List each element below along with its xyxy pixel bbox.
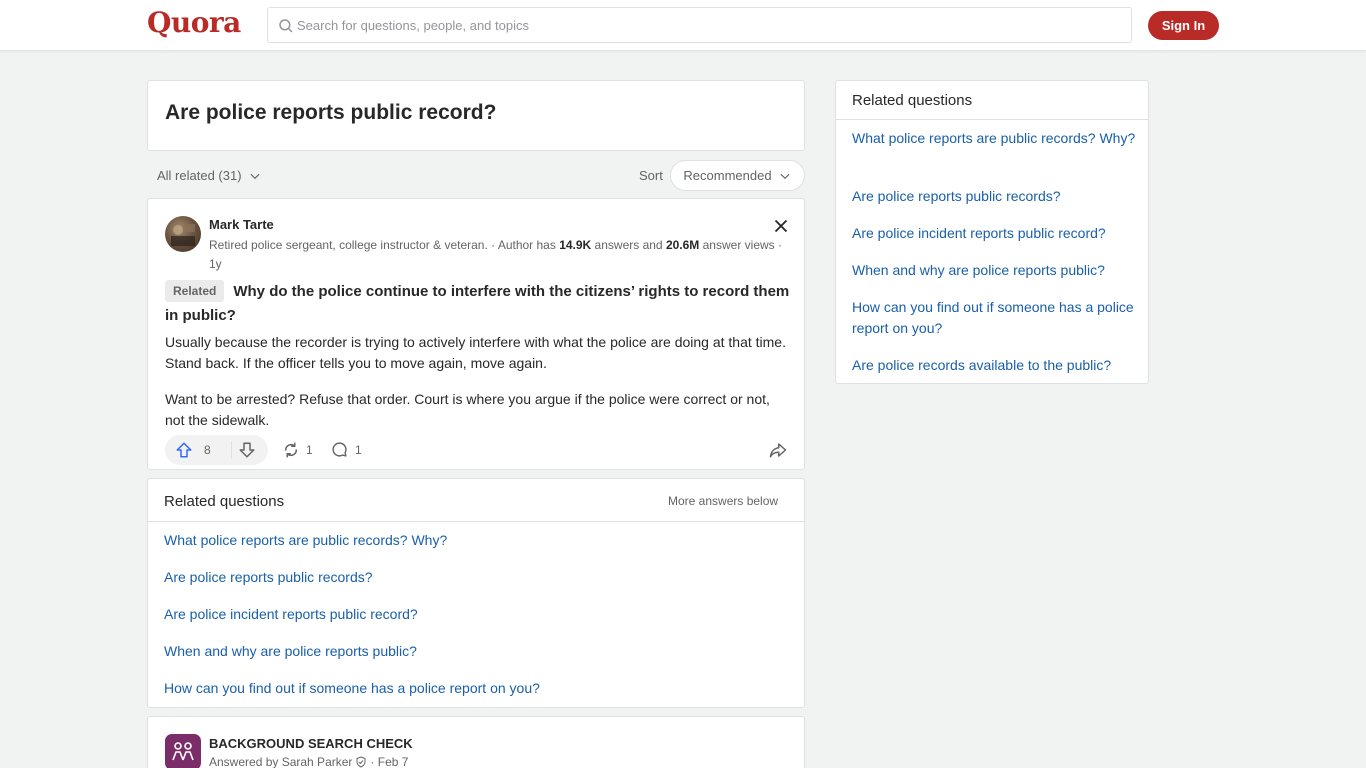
sign-in-button[interactable]: Sign In [1148, 11, 1219, 40]
sidebar-question-link[interactable]: How can you find out if someone has a po… [852, 297, 1137, 339]
views-count: 20.6M [665, 238, 700, 252]
comment-icon[interactable] [331, 441, 348, 458]
share-icon[interactable] [282, 441, 300, 459]
answer-card: Mark Tarte Retired police sergeant, coll… [147, 198, 805, 470]
question-title: Are police reports public record? [165, 101, 497, 124]
forward-share-icon[interactable] [768, 441, 788, 459]
avatar[interactable] [165, 216, 201, 252]
answers-mid: answers and [591, 238, 666, 252]
sidebar-title: Related questions [852, 92, 973, 109]
close-icon[interactable] [770, 215, 792, 237]
sort-value: Recommended [683, 168, 772, 183]
related-questions-header: Related questions More answers below [148, 479, 804, 522]
author-name[interactable]: BACKGROUND SEARCH CHECK [209, 736, 413, 751]
sidebar-question-link[interactable]: When and why are police reports public? [852, 260, 1137, 281]
chevron-down-icon [250, 173, 260, 179]
answered-by: Answered by Sarah Parker [209, 755, 353, 768]
answer-date: · Feb 7 [370, 755, 409, 768]
search-bar[interactable] [267, 7, 1132, 43]
sidebar-header: Related questions [836, 81, 1148, 120]
answer-paragraph: Usually because the recorder is trying t… [165, 334, 786, 371]
downvote-icon[interactable] [238, 441, 256, 459]
verified-badge-icon [356, 756, 366, 768]
answer-card: BACKGROUND SEARCH CHECK Answered by Sara… [147, 716, 805, 768]
sidebar-question-link[interactable]: Are police incident reports public recor… [852, 223, 1137, 244]
upvote-icon[interactable] [175, 441, 193, 459]
sidebar-question-link[interactable]: Are police reports public records? [852, 186, 1137, 207]
sidebar-question-link[interactable]: Are police records available to the publ… [852, 355, 1137, 376]
sidebar-question-link[interactable]: What police reports are public records? … [852, 128, 1137, 149]
author-credential: Retired police sergeant, college instruc… [209, 238, 488, 252]
share-count: 1 [306, 443, 313, 457]
vote-pill: 8 [165, 435, 268, 465]
avatar[interactable] [165, 734, 201, 768]
upvote-count: 8 [204, 443, 211, 457]
search-input[interactable] [297, 8, 1117, 42]
quora-logo[interactable]: Quora [147, 6, 241, 39]
people-logo-icon [172, 742, 194, 761]
related-tag: Related [165, 280, 225, 302]
related-question-link[interactable]: Are police reports public records? [164, 569, 373, 585]
top-header: Quora Sign In [0, 0, 1366, 51]
related-questions-title: Related questions [164, 493, 285, 510]
all-related-dropdown[interactable]: All related (31) [157, 168, 262, 183]
sort-label: Sort [639, 168, 663, 183]
related-question-text: Why do the police continue to interfere … [165, 283, 790, 324]
related-question-link[interactable]: What police reports are public records? … [164, 532, 447, 548]
vote-divider [231, 441, 232, 459]
more-answers-below: More answers below [668, 494, 779, 508]
profile-photo-icon [171, 224, 195, 246]
related-question-heading[interactable]: Related Why do the police continue to int… [165, 280, 790, 328]
author-meta: Retired police sergeant, college instruc… [209, 236, 789, 274]
all-related-label: All related (31) [157, 168, 242, 183]
sidebar-related-questions: Related questions What police reports ar… [835, 80, 1149, 384]
related-question-link[interactable]: How can you find out if someone has a po… [164, 680, 540, 696]
search-icon [279, 19, 293, 33]
author-name[interactable]: Mark Tarte [209, 217, 274, 232]
related-questions-inline: Related questions More answers below Wha… [147, 478, 805, 708]
stats-prefix: · Author has [487, 238, 560, 252]
sort-dropdown[interactable]: Recommended [670, 160, 805, 191]
question-card: Are police reports public record? [147, 80, 805, 151]
answers-count: 14.9K [559, 238, 592, 252]
chevron-down-icon [780, 173, 790, 179]
related-question-link[interactable]: When and why are police reports public? [164, 643, 417, 659]
answer-meta: Answered by Sarah Parker · Feb 7 [209, 755, 408, 768]
answer-paragraph: Want to be arrested? Refuse that order. … [165, 391, 770, 428]
related-question-link[interactable]: Are police incident reports public recor… [164, 606, 418, 622]
comment-count: 1 [355, 443, 362, 457]
